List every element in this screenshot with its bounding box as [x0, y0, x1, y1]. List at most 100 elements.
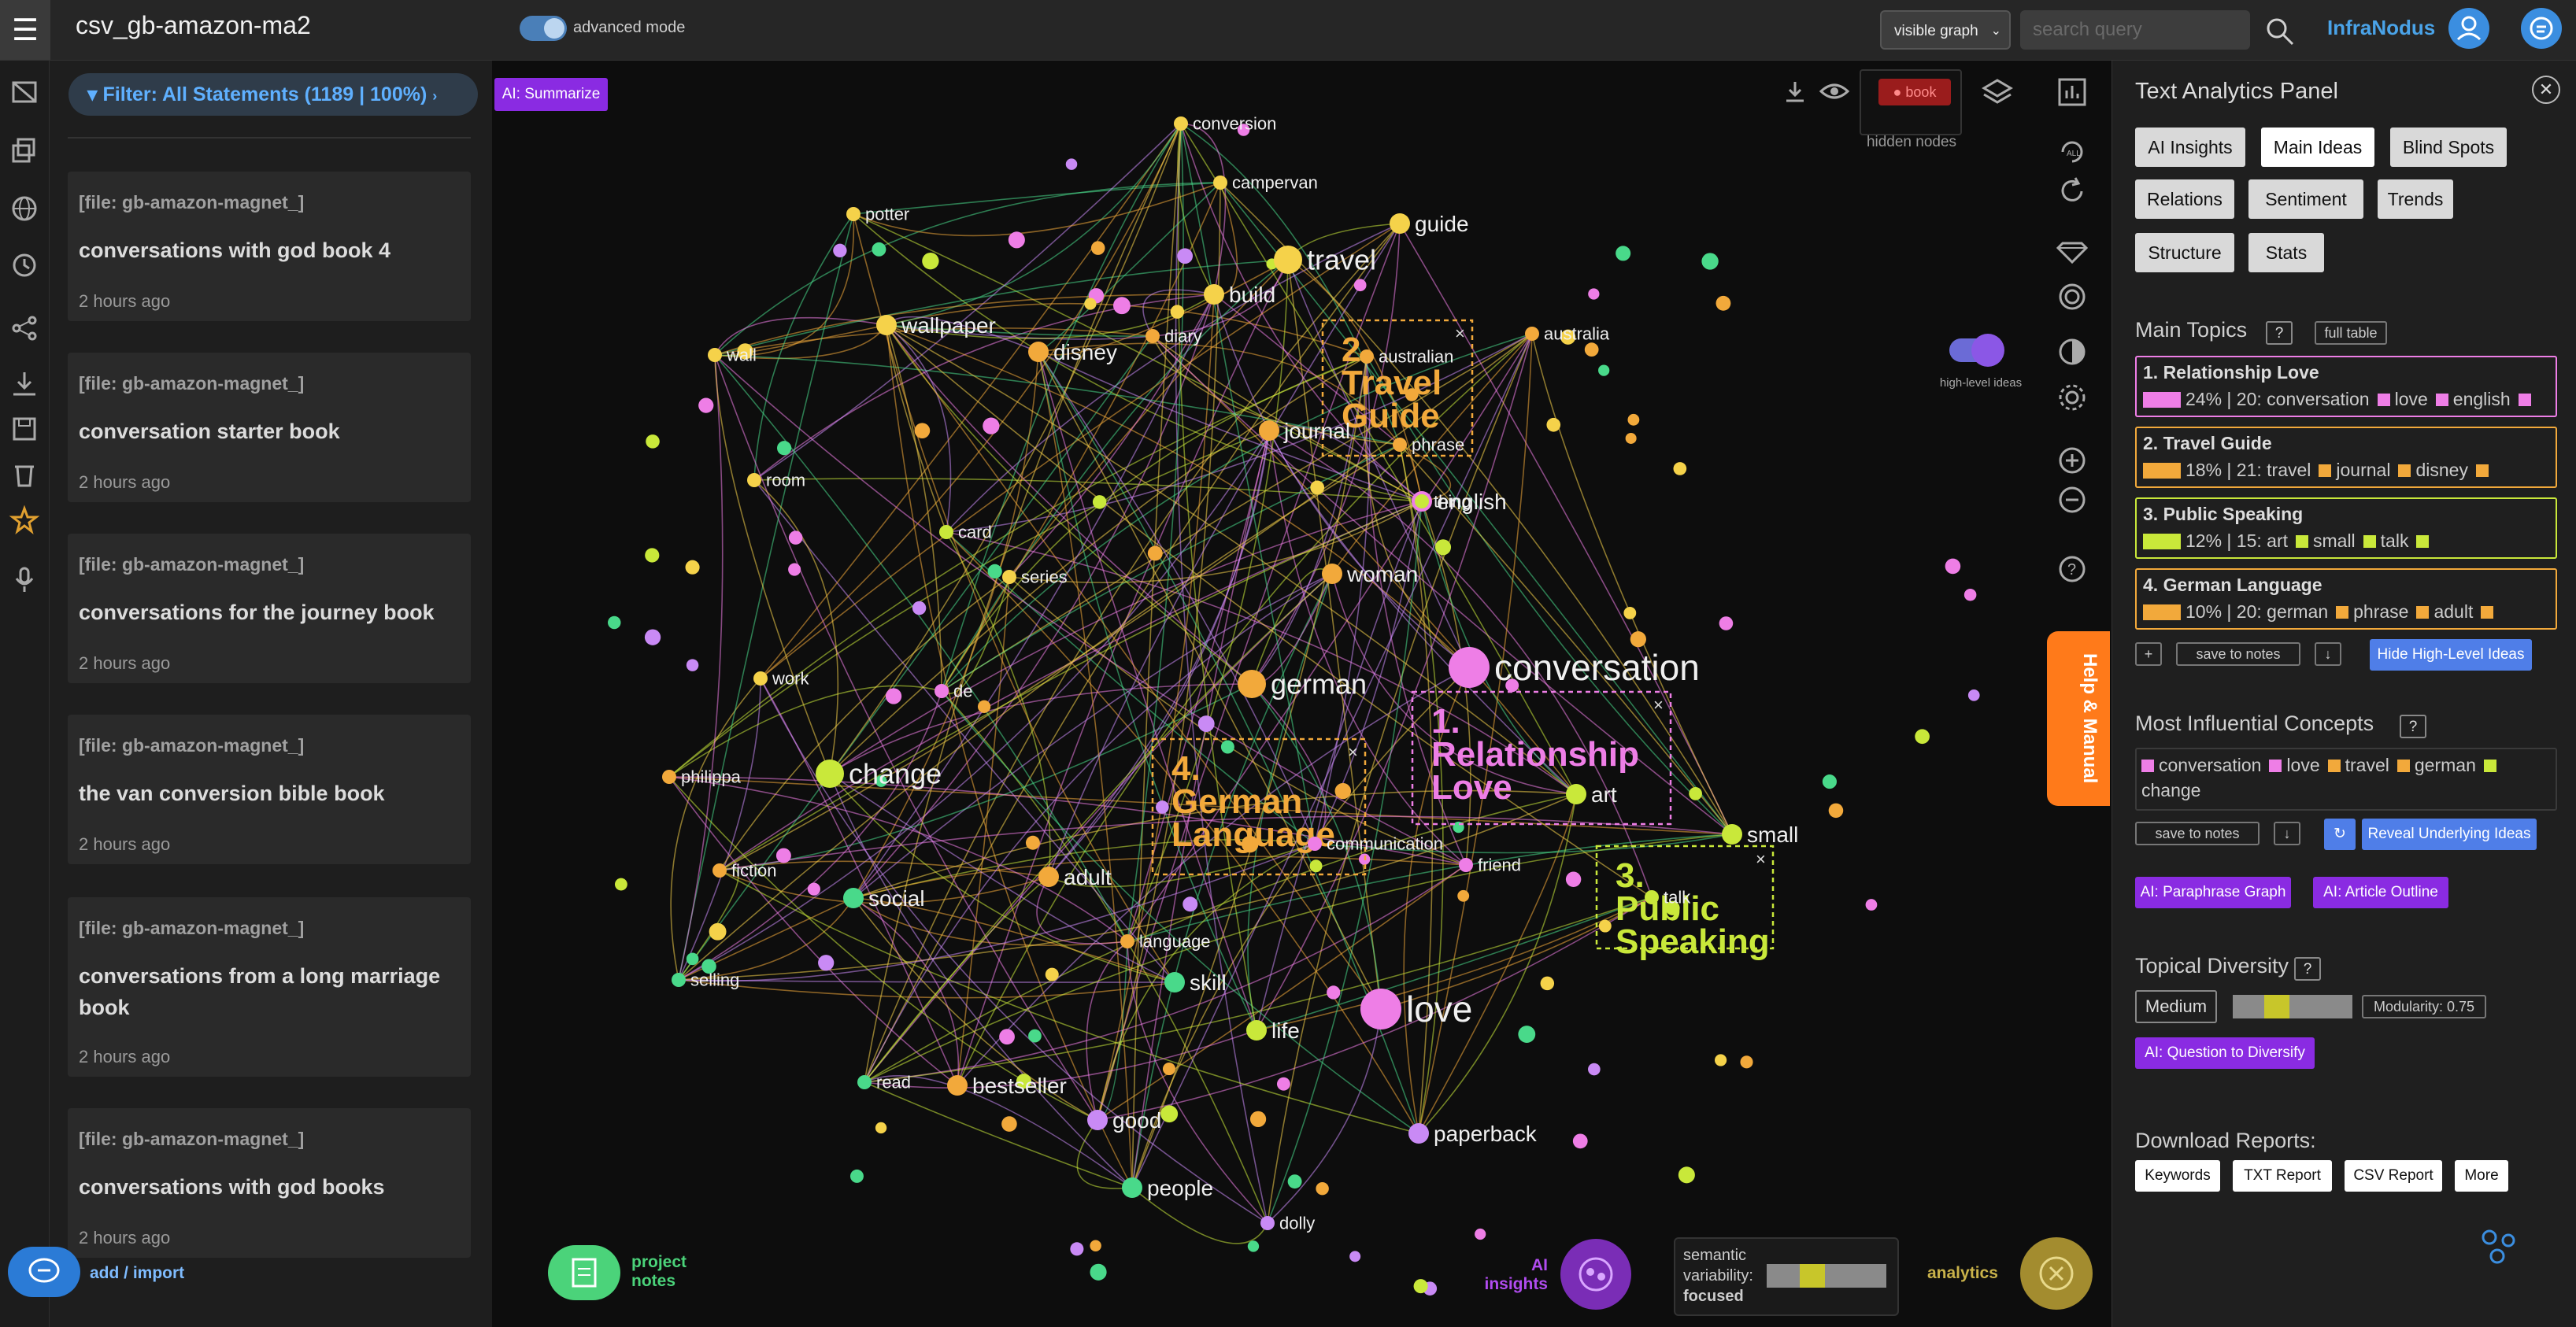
eye-icon[interactable]	[1819, 79, 1850, 104]
graph-node-social[interactable]	[843, 888, 864, 908]
close-icon[interactable]: ×	[1653, 695, 1664, 715]
app-title[interactable]: csv_gb-amazon-ma2	[76, 11, 311, 40]
share-icon[interactable]	[9, 312, 40, 344]
user-account-icon[interactable]	[2448, 8, 2489, 49]
refresh-icon[interactable]	[2055, 174, 2089, 209]
graph-dot[interactable]	[1967, 689, 1980, 701]
graph-node-phrase[interactable]	[1393, 438, 1407, 452]
graph-dot[interactable]	[1160, 1105, 1179, 1123]
graph-node-label[interactable]: fiction	[731, 861, 776, 881]
graph-dot[interactable]	[1616, 246, 1631, 261]
graph-dot[interactable]	[698, 397, 714, 413]
graph-node-label[interactable]: german	[1271, 668, 1367, 700]
graph-node-label[interactable]: communication	[1327, 834, 1443, 854]
graph-dot[interactable]	[645, 548, 660, 563]
graph-node-philippa[interactable]	[662, 770, 676, 784]
project-notes-label[interactable]: project notes	[631, 1253, 702, 1291]
topic-item[interactable]: 4. German Language 10% | 20: german phras…	[2135, 568, 2557, 630]
graph-dot[interactable]	[1001, 1116, 1017, 1132]
statement-card[interactable]: [file: gb-amazon-magnet_] conversations …	[68, 534, 471, 683]
tab-main-ideas[interactable]: Main Ideas	[2261, 128, 2374, 167]
knowledge-graph[interactable]: 1. Relationship Love×2. Travel Guide×3. Publi…	[493, 61, 2112, 1327]
graph-dot[interactable]	[1630, 631, 1646, 648]
project-notes-button[interactable]	[548, 1245, 620, 1300]
graph-dot[interactable]	[1518, 1026, 1536, 1043]
graph-dot[interactable]	[1588, 288, 1600, 300]
chart-icon[interactable]	[2055, 75, 2089, 109]
graph-dot[interactable]	[1588, 1063, 1601, 1076]
graph-node-label[interactable]: wall	[726, 346, 757, 365]
graph-dot[interactable]	[1740, 1055, 1753, 1069]
graph-dot[interactable]	[1249, 1111, 1267, 1127]
graph-dot[interactable]	[1045, 967, 1059, 981]
graph-dot[interactable]	[1162, 1063, 1175, 1076]
graph-node-skill[interactable]	[1164, 972, 1185, 992]
tab-sentiment[interactable]: Sentiment	[2248, 179, 2363, 219]
graph-node-life[interactable]	[1246, 1020, 1267, 1041]
graph-dot[interactable]	[1025, 835, 1040, 850]
concept-word[interactable]: travel	[2345, 755, 2389, 775]
graph-node-dolly[interactable]	[1260, 1216, 1275, 1230]
statement-filter-button[interactable]: ▾ Filter: All Statements (1189 | 100%) ›	[68, 73, 478, 116]
add-statement-button[interactable]	[8, 1247, 80, 1297]
graph-dot[interactable]	[922, 252, 939, 270]
graph-dot[interactable]	[1715, 295, 1731, 311]
graph-dot[interactable]	[1434, 539, 1452, 556]
graph-node-label[interactable]: australian	[1379, 347, 1453, 367]
graph-node-build[interactable]	[1204, 284, 1224, 305]
tab-trends[interactable]: Trends	[2378, 179, 2453, 219]
graph-node-label[interactable]: social	[868, 886, 925, 911]
ai-article-outline-button[interactable]: AI: Article Outline	[2313, 877, 2448, 908]
graph-node-label[interactable]: friend	[1478, 856, 1521, 875]
graph-dot[interactable]	[987, 564, 1002, 579]
graph-dot[interactable]	[1247, 1240, 1260, 1252]
graph-dot[interactable]	[1828, 803, 1844, 819]
graph-dot[interactable]	[614, 878, 627, 891]
graph-node-label[interactable]: good	[1112, 1108, 1161, 1133]
topic-item[interactable]: 1. Relationship Love 24% | 20: conversat…	[2135, 356, 2557, 417]
tab-stats[interactable]: Stats	[2248, 233, 2324, 272]
graph-node-thing[interactable]	[1415, 494, 1429, 508]
tab-ai-insights[interactable]: AI Insights	[2135, 128, 2245, 167]
refresh-icon[interactable]: ↻	[2324, 819, 2356, 850]
graph-dot[interactable]	[1084, 298, 1097, 310]
graph-node-label[interactable]: life	[1271, 1018, 1300, 1043]
graph-view-select[interactable]: visible graph ⌄	[1880, 10, 2011, 50]
graph-node-label[interactable]: australia	[1544, 324, 1610, 344]
hamburger-menu-icon[interactable]: ☰	[0, 0, 50, 60]
graph-node-label[interactable]: selling	[690, 970, 739, 990]
graph-node-language[interactable]	[1120, 934, 1134, 948]
graph-node-label[interactable]: language	[1139, 932, 1211, 952]
graph-node-label[interactable]: woman	[1346, 562, 1418, 586]
graph-dot[interactable]	[1678, 1166, 1695, 1184]
zoom-in-icon[interactable]	[2055, 443, 2089, 478]
graph-dot[interactable]	[1627, 413, 1640, 426]
graph-dot[interactable]	[872, 242, 886, 257]
graph-node-wall[interactable]	[708, 348, 722, 362]
txt-report-button[interactable]: TXT Report	[2233, 1160, 2332, 1192]
graph-node-label[interactable]: build	[1229, 283, 1275, 307]
advanced-mode-toggle[interactable]	[520, 16, 567, 41]
graph-node-talk[interactable]	[1645, 890, 1659, 904]
graph-dot[interactable]	[1008, 231, 1025, 249]
graph-dot[interactable]	[1689, 786, 1702, 800]
graph-dot[interactable]	[1197, 715, 1215, 732]
chat-support-icon[interactable]	[2521, 8, 2562, 49]
graph-node-selling[interactable]	[672, 973, 686, 987]
graph-dot[interactable]	[709, 922, 727, 941]
graph-dot[interactable]	[999, 1029, 1015, 1045]
more-reports-button[interactable]: More	[2455, 1160, 2508, 1192]
ai-insights-label[interactable]: AI insights	[1480, 1256, 1548, 1294]
graph-dot[interactable]	[818, 955, 835, 971]
brand-logo[interactable]: InfraNodus	[2327, 16, 2435, 40]
graph-node-label[interactable]: paperback	[1434, 1122, 1538, 1146]
graph-node-label[interactable]: diary	[1164, 327, 1202, 346]
download-icon[interactable]	[9, 368, 40, 399]
zoom-out-icon[interactable]	[2055, 482, 2089, 517]
graph-dot[interactable]	[1915, 729, 1930, 745]
graph-dot[interactable]	[1963, 588, 1977, 601]
graph-node-label[interactable]: work	[772, 669, 809, 689]
concept-word[interactable]: conversation	[2159, 755, 2261, 775]
graph-node-de[interactable]	[935, 684, 949, 698]
concept-word[interactable]: love	[2286, 755, 2319, 775]
